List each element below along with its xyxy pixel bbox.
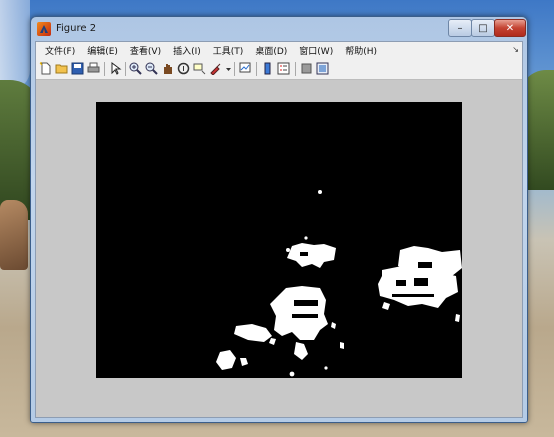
binary-mask-image xyxy=(216,190,462,377)
maximize-button[interactable]: □ xyxy=(471,19,495,37)
menu-view[interactable]: 查看(V) xyxy=(125,44,166,57)
brush-dropdown-icon[interactable] xyxy=(222,62,231,75)
colorbar-icon[interactable] xyxy=(261,62,274,75)
figure-window: Figure 2 – □ ✕ 文件(F) 编辑(E) 查看(V) 插入(I) 工… xyxy=(30,16,528,423)
menu-window[interactable]: 窗口(W) xyxy=(294,44,338,57)
brush-icon[interactable] xyxy=(209,62,222,75)
close-button[interactable]: ✕ xyxy=(494,19,526,37)
save-icon[interactable] xyxy=(71,62,84,75)
desktop-rock xyxy=(0,200,28,270)
zoom-out-icon[interactable] xyxy=(145,62,158,75)
toolbar xyxy=(36,59,522,80)
hide-plot-tools-icon[interactable] xyxy=(300,62,313,75)
toolbar-separator xyxy=(295,62,296,76)
menu-edit[interactable]: 编辑(E) xyxy=(82,44,123,57)
title-bar[interactable]: Figure 2 – □ ✕ xyxy=(31,17,527,41)
matlab-icon xyxy=(37,22,51,36)
menu-file[interactable]: 文件(F) xyxy=(40,44,80,57)
open-file-icon[interactable] xyxy=(55,62,68,75)
legend-icon[interactable] xyxy=(277,62,290,75)
desktop-sky xyxy=(0,0,30,90)
window-client: 文件(F) 编辑(E) 查看(V) 插入(I) 工具(T) 桌面(D) 窗口(W… xyxy=(35,41,523,418)
menu-overflow-icon[interactable]: ↘ xyxy=(512,45,519,54)
menu-tools[interactable]: 工具(T) xyxy=(208,44,249,57)
print-icon[interactable] xyxy=(87,62,100,75)
menu-insert[interactable]: 插入(I) xyxy=(168,44,206,57)
data-cursor-icon[interactable] xyxy=(193,62,206,75)
toolbar-separator xyxy=(125,62,126,76)
menu-bar: 文件(F) 编辑(E) 查看(V) 插入(I) 工具(T) 桌面(D) 窗口(W… xyxy=(36,42,522,59)
toolbar-separator xyxy=(104,62,105,76)
figure-canvas xyxy=(36,80,522,417)
link-plot-icon[interactable] xyxy=(239,62,252,75)
toolbar-separator xyxy=(256,62,257,76)
rotate-3d-icon[interactable] xyxy=(177,62,190,75)
menu-help[interactable]: 帮助(H) xyxy=(340,44,382,57)
window-title: Figure 2 xyxy=(56,23,97,34)
pointer-icon[interactable] xyxy=(109,62,122,75)
pan-icon[interactable] xyxy=(161,62,174,75)
minimize-button[interactable]: – xyxy=(448,19,472,37)
menu-desktop[interactable]: 桌面(D) xyxy=(250,44,292,57)
toolbar-separator xyxy=(234,62,235,76)
new-figure-icon[interactable] xyxy=(39,62,52,75)
show-plot-tools-icon[interactable] xyxy=(316,62,329,75)
binary-image-axes[interactable] xyxy=(96,102,462,378)
zoom-in-icon[interactable] xyxy=(129,62,142,75)
